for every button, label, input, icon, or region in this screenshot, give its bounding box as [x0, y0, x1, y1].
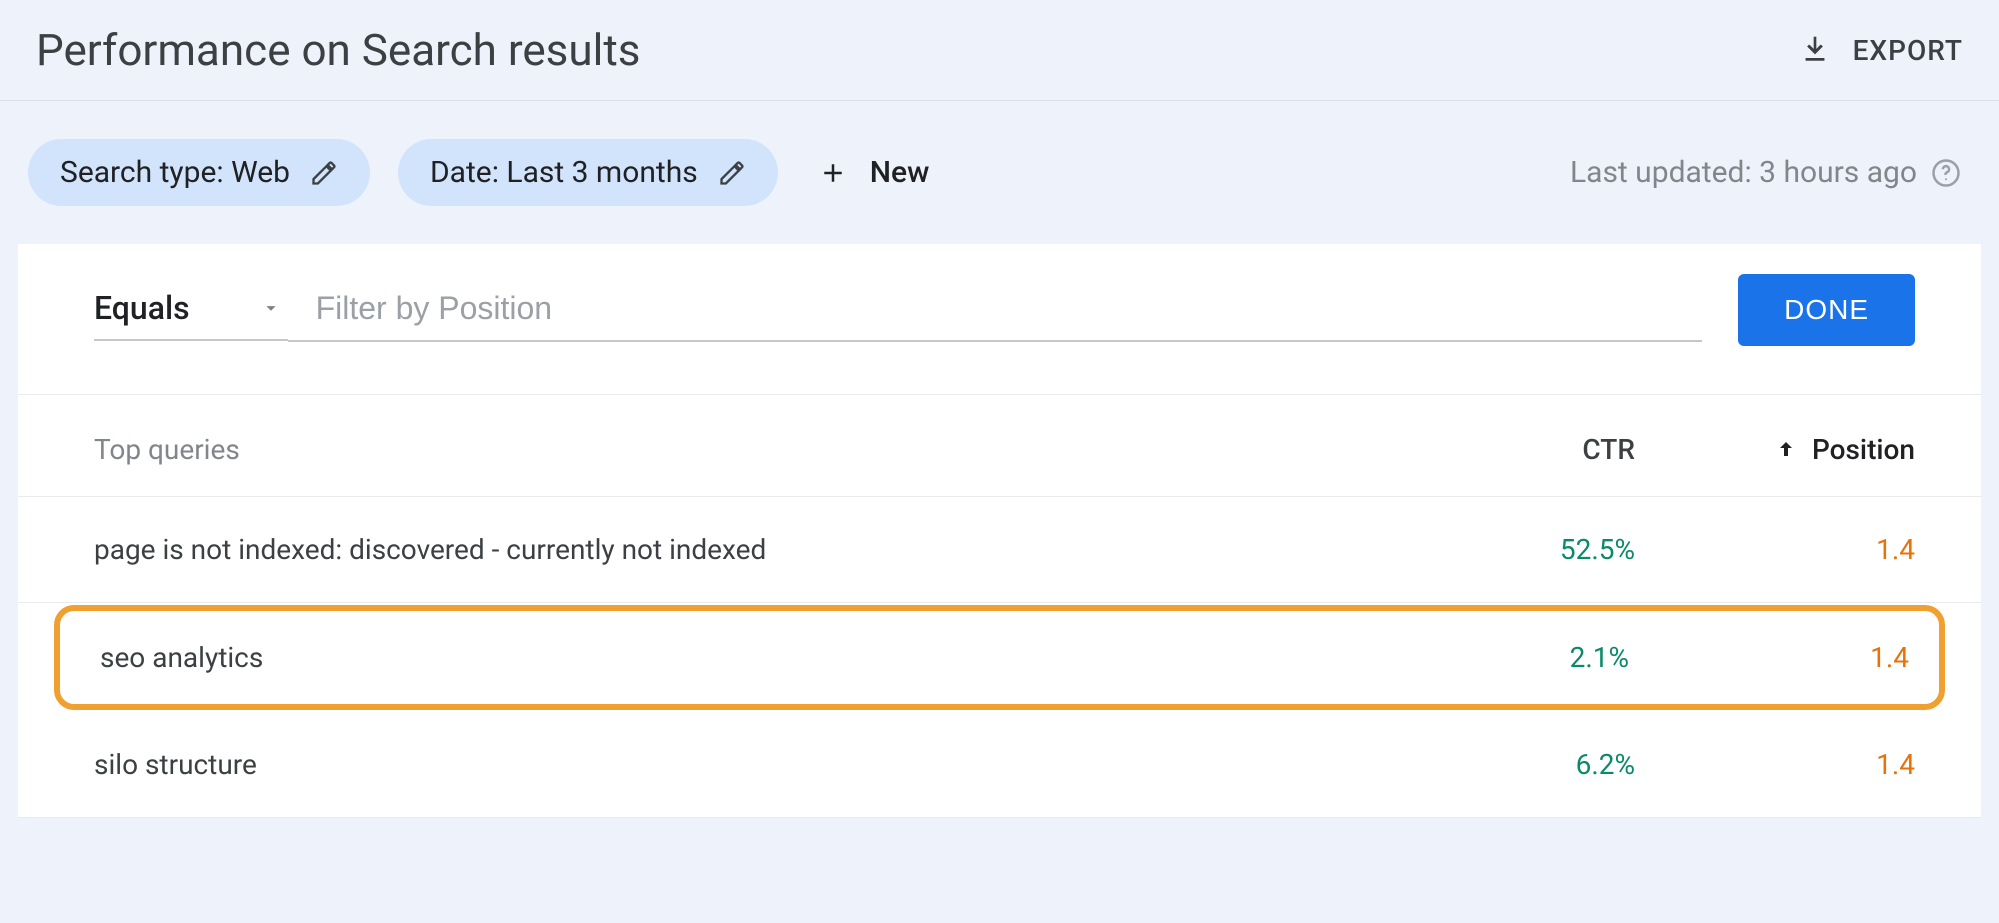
table-row[interactable]: page is not indexed: discovered - curren…	[18, 497, 1981, 603]
column-header-position-label: Position	[1812, 433, 1915, 466]
done-button[interactable]: DONE	[1738, 274, 1915, 346]
cell-position: 1.4	[1629, 641, 1909, 674]
cell-query: page is not indexed: discovered - curren…	[94, 533, 1415, 566]
table-body: page is not indexed: discovered - curren…	[18, 497, 1981, 818]
table-row[interactable]: silo structure6.2%1.4	[18, 712, 1981, 818]
add-filter-button[interactable]: New	[806, 155, 942, 190]
position-filter-input[interactable]	[314, 289, 1697, 328]
pencil-icon	[718, 159, 746, 187]
pencil-icon	[310, 159, 338, 187]
chip-search-type[interactable]: Search type: Web	[28, 139, 370, 206]
chip-date[interactable]: Date: Last 3 months	[398, 139, 778, 206]
download-icon	[1799, 34, 1831, 66]
column-header-position[interactable]: Position	[1635, 433, 1915, 466]
card-filter-row: Equals DONE	[18, 244, 1981, 364]
column-header-queries[interactable]: Top queries	[94, 433, 1415, 466]
arrow-up-icon	[1774, 438, 1798, 462]
cell-ctr: 52.5%	[1415, 533, 1635, 566]
cell-query: seo analytics	[100, 641, 1409, 674]
table-header: Top queries CTR Position	[18, 394, 1981, 497]
results-card: Equals DONE Top queries CTR Position pag…	[18, 244, 1981, 818]
operator-select-label: Equals	[94, 289, 190, 327]
cell-query: silo structure	[94, 748, 1415, 781]
export-button[interactable]: EXPORT	[1799, 34, 1963, 67]
position-filter-wrap	[288, 279, 1703, 342]
cell-ctr: 2.1%	[1409, 641, 1629, 674]
filter-bar: Search type: Web Date: Last 3 months New…	[0, 101, 1999, 244]
column-header-ctr[interactable]: CTR	[1415, 433, 1635, 466]
help-icon[interactable]	[1931, 158, 1961, 188]
cell-position: 1.4	[1635, 748, 1915, 781]
page-header: Performance on Search results EXPORT	[0, 0, 1999, 101]
chip-search-type-label: Search type: Web	[60, 155, 290, 190]
table-row[interactable]: seo analytics2.1%1.4	[54, 605, 1945, 710]
last-updated: Last updated: 3 hours ago	[1570, 155, 1971, 190]
cell-position: 1.4	[1635, 533, 1915, 566]
cell-ctr: 6.2%	[1415, 748, 1635, 781]
operator-select[interactable]: Equals	[94, 279, 288, 341]
export-label: EXPORT	[1853, 34, 1963, 67]
plus-icon	[818, 158, 848, 188]
chevron-down-icon	[260, 297, 282, 319]
add-filter-label: New	[870, 155, 930, 190]
chip-date-label: Date: Last 3 months	[430, 155, 698, 190]
page-title: Performance on Search results	[36, 24, 640, 76]
last-updated-text: Last updated: 3 hours ago	[1570, 155, 1917, 190]
